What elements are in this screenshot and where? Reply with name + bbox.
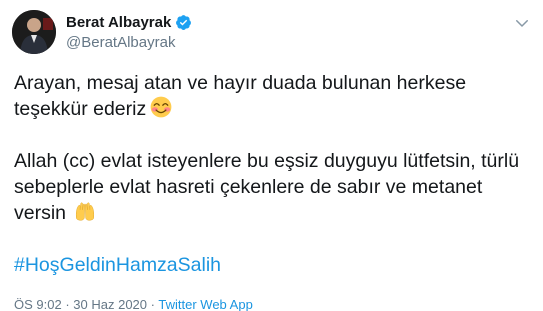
tweet-source-link[interactable]: Twitter Web App [158, 297, 252, 311]
smiling-face-icon [150, 96, 172, 118]
chevron-down-icon[interactable] [513, 14, 531, 32]
tweet-paragraph-2: Allah (cc) evlat isteyenlere bu eşsiz du… [14, 148, 529, 226]
tweet-text: Arayan, mesaj atan ve hayır duada buluna… [14, 70, 529, 278]
verified-badge-icon [176, 15, 192, 30]
meta-separator-2: · [150, 297, 155, 311]
tweet-time[interactable]: ÖS 9:02 [14, 297, 62, 311]
author-handle[interactable]: @BeratAlbayrak [66, 34, 175, 51]
hashtag-link[interactable]: #HoşGeldinHamzaSalih [14, 254, 221, 276]
tweet-paragraph-3: #HoşGeldinHamzaSalih [14, 252, 529, 278]
author-name-row: Berat Albayrak [66, 14, 192, 31]
tweet-card: Berat Albayrak @BeratAlbayrak Arayan, me… [0, 0, 543, 311]
display-name[interactable]: Berat Albayrak [66, 14, 171, 31]
avatar[interactable] [12, 10, 56, 54]
tweet-paragraph-1: Arayan, mesaj atan ve hayır duada buluna… [14, 70, 529, 122]
avatar-image [12, 10, 56, 54]
raised-hands-icon [76, 202, 95, 221]
tweet-paragraph-1-text: Arayan, mesaj atan ve hayır duada buluna… [14, 72, 467, 120]
tweet-meta: ÖS 9:02 · 30 Haz 2020 · Twitter Web App [14, 297, 253, 311]
meta-separator: · [65, 297, 70, 311]
tweet-date[interactable]: 30 Haz 2020 [73, 297, 147, 311]
